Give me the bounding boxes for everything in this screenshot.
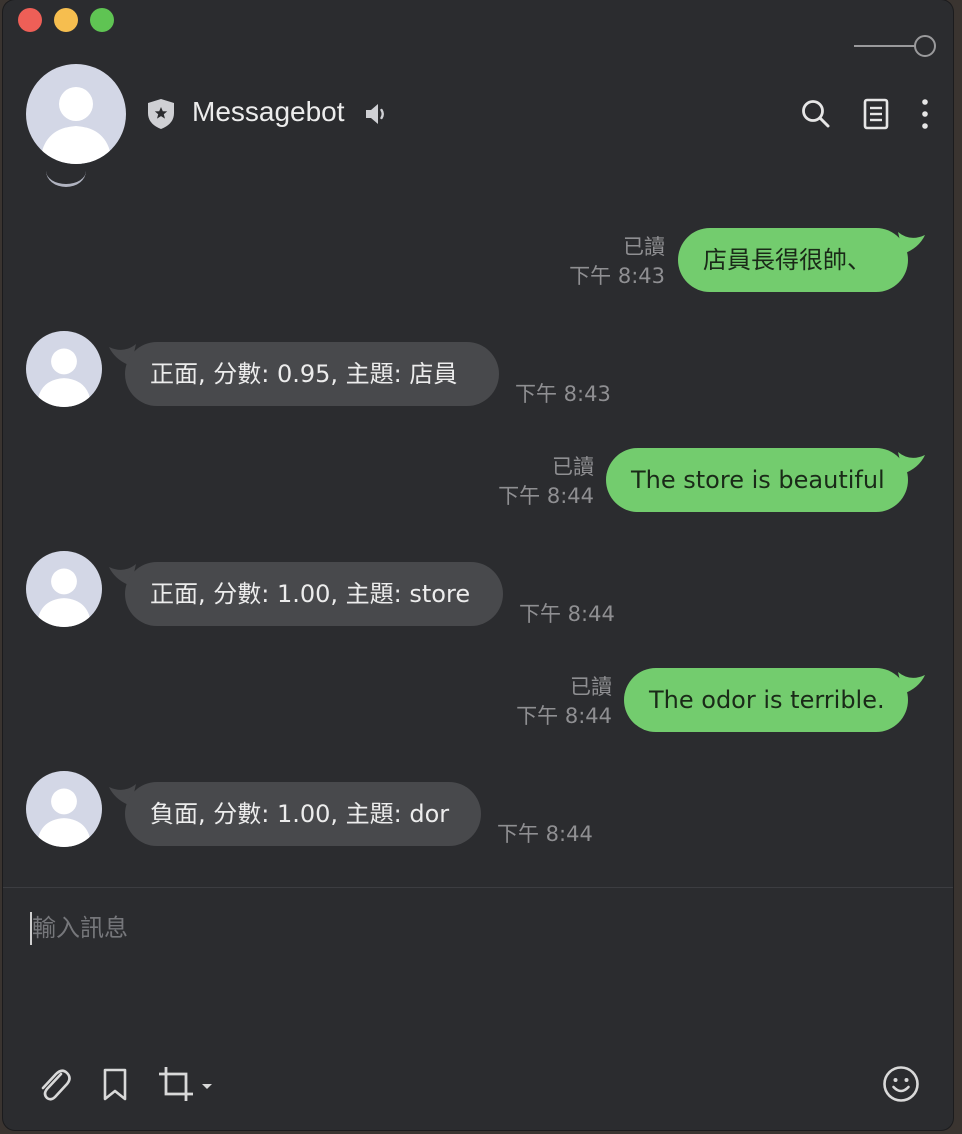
speaker-icon[interactable] (362, 100, 390, 128)
more-icon[interactable] (914, 97, 936, 131)
search-icon[interactable] (800, 97, 832, 131)
window-zoom-button[interactable] (90, 8, 114, 32)
crop-icon[interactable] (156, 1064, 214, 1104)
bookmark-icon[interactable] (97, 1064, 133, 1104)
opacity-slider[interactable] (854, 34, 936, 58)
message-time: 下午 8:44 (516, 704, 612, 728)
read-receipt: 已讀 (570, 675, 612, 699)
paperclip-icon[interactable] (36, 1064, 72, 1104)
scrolled-avatar-edge (46, 155, 86, 187)
shield-star-icon (146, 97, 176, 131)
slider-track (854, 45, 916, 47)
composer-divider (3, 887, 953, 888)
message-meta: 已讀 下午 8:43 (569, 233, 665, 291)
message-time: 下午 8:44 (498, 484, 594, 508)
emoji-icon[interactable] (881, 1064, 921, 1104)
incoming-message-bubble[interactable]: 負面, 分數: 1.00, 主題: dor (125, 782, 481, 846)
incoming-message-bubble[interactable]: 正面, 分數: 0.95, 主題: 店員 (125, 342, 499, 406)
message-time: 下午 8:43 (515, 382, 611, 406)
sender-avatar[interactable] (26, 551, 102, 627)
message-meta: 已讀 下午 8:44 (498, 453, 594, 511)
bubble-tail (898, 672, 925, 694)
window-close-button[interactable] (18, 8, 42, 32)
slider-handle[interactable] (914, 35, 936, 57)
message-meta: 已讀 下午 8:44 (516, 673, 612, 731)
outgoing-message-bubble[interactable]: The store is beautiful (606, 448, 908, 512)
bubble-tail (898, 232, 925, 254)
incoming-message-bubble[interactable]: 正面, 分數: 1.00, 主題: store (125, 562, 503, 626)
chat-title[interactable]: Messagebot (192, 96, 345, 128)
notes-icon[interactable] (860, 97, 892, 131)
window-minimize-button[interactable] (54, 8, 78, 32)
outgoing-message-bubble[interactable]: 店員長得很帥、 (678, 228, 908, 292)
sender-avatar[interactable] (26, 771, 102, 847)
message-time: 下午 8:44 (497, 822, 593, 846)
chat-window: Messagebot 已讀 下午 8:43 店員長得很帥、 正面, 分數: 0.… (3, 0, 953, 1130)
message-time: 下午 8:44 (519, 602, 615, 626)
read-receipt: 已讀 (552, 455, 594, 479)
outgoing-message-bubble[interactable]: The odor is terrible. (624, 668, 908, 732)
sender-avatar[interactable] (26, 331, 102, 407)
bubble-tail (898, 452, 925, 474)
message-input[interactable] (32, 908, 912, 948)
read-receipt: 已讀 (623, 235, 665, 259)
message-time: 下午 8:43 (569, 264, 665, 288)
chat-avatar[interactable] (26, 64, 126, 164)
